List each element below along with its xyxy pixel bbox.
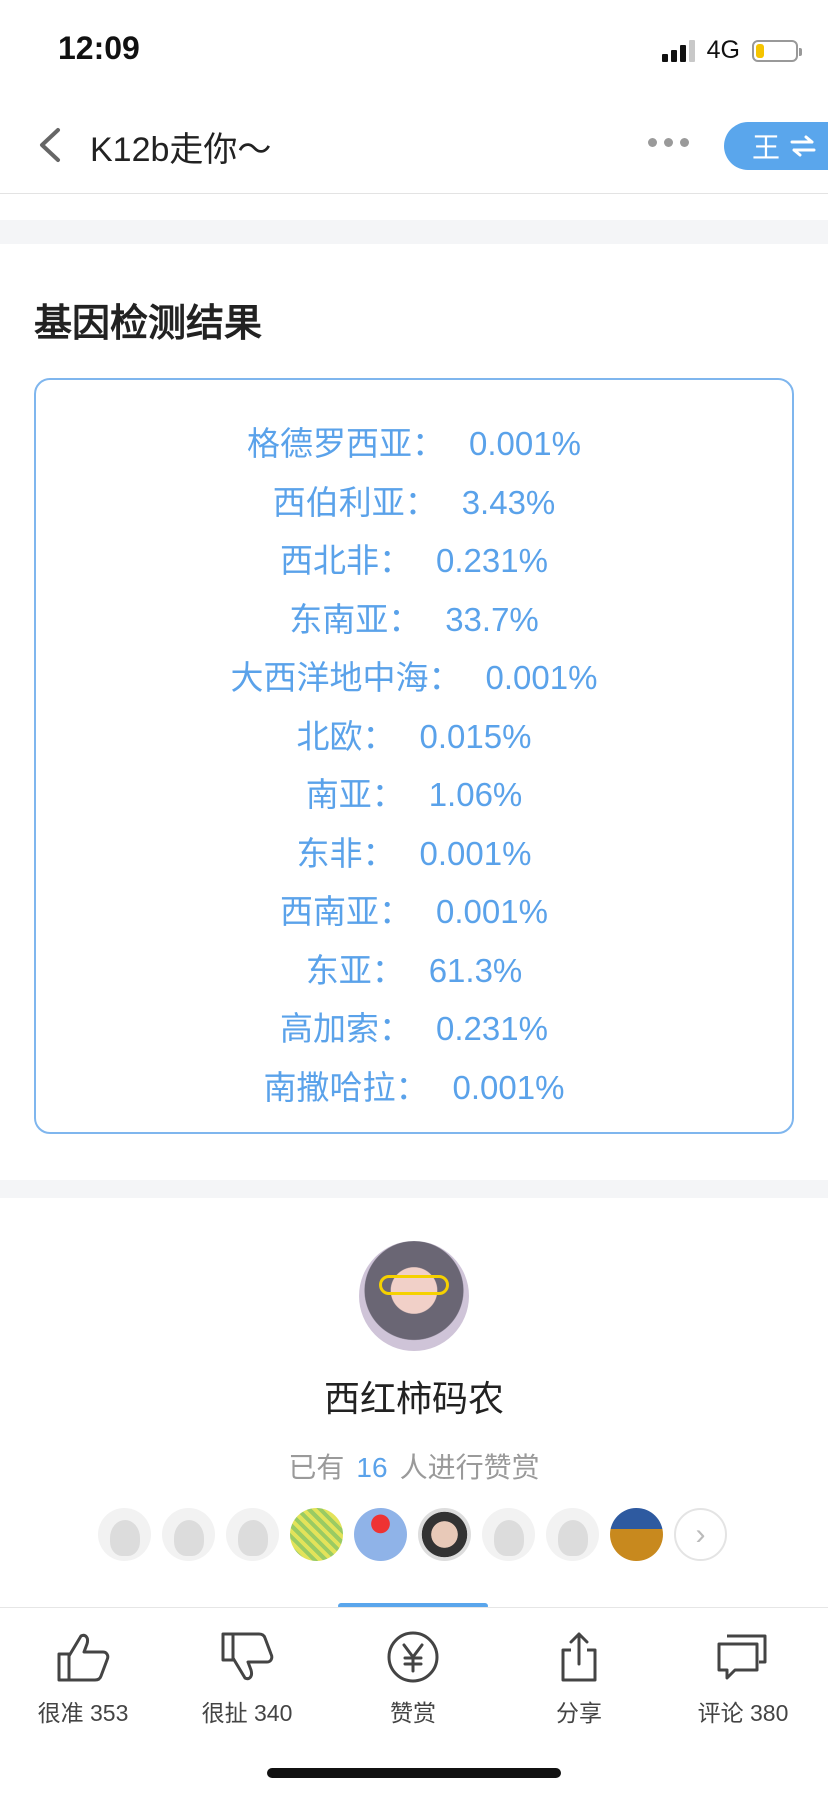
supporter-avatars: › [98, 1508, 727, 1561]
status-time: 12:09 [58, 30, 140, 66]
bottom-action-bar: 很准 353 很扯 340 赞赏 分享 评论 380 [0, 1607, 828, 1794]
region-percentage: 33.7% [445, 600, 539, 638]
region-percentage: 0.001% [419, 834, 532, 872]
dislike-button[interactable]: 很扯 340 [172, 1618, 322, 1728]
comment-icon [717, 1634, 767, 1680]
region-name: 格德罗西亚： [247, 425, 446, 462]
region-name: 西南亚： [280, 893, 413, 930]
reward-button[interactable]: 赞赏 [338, 1618, 488, 1728]
supporter-avatar[interactable] [354, 1508, 407, 1561]
reward-prefix: 已有 [288, 1452, 345, 1483]
region-percentage: 0.001% [469, 425, 581, 462]
supporter-avatar[interactable] [546, 1508, 599, 1561]
supporter-avatar[interactable] [482, 1508, 535, 1561]
network-type: 4G [706, 36, 740, 64]
reward-summary: 已有 16 人进行赞赏 [0, 1446, 828, 1486]
switch-label: 王 [752, 132, 781, 163]
page-title: K12b走你～ [90, 131, 272, 169]
battery-level [756, 43, 764, 58]
region-percentage: 0.231% [436, 542, 548, 579]
gene-result-row: 高加索： 0.231% [36, 1000, 792, 1059]
region-name: 高加索： [280, 1010, 413, 1047]
gene-result-row: 格德罗西亚： 0.001% [36, 415, 792, 474]
region-percentage: 1.06% [428, 776, 523, 813]
status-bar: 12:09 4G [0, 0, 828, 100]
author-name: 西红柿码农 [323, 1378, 504, 1419]
comment-button[interactable]: 评论 380 [668, 1618, 818, 1728]
gene-result-row: 南撒哈拉： 0.001% [36, 1059, 792, 1118]
gene-result-list: 格德罗西亚： 0.001% 西伯利亚： 3.43% 西北非： 0.231% 东南亚： 33.7… [36, 415, 792, 1117]
share-label: 分享 [556, 1700, 602, 1726]
region-name: 东南亚： [289, 600, 422, 638]
supporter-avatar[interactable] [418, 1508, 471, 1561]
like-button[interactable]: 很准 353 [8, 1618, 158, 1728]
comment-label: 评论 380 [697, 1700, 789, 1726]
region-percentage: 0.001% [452, 1068, 565, 1106]
region-name: 南撒哈拉： [263, 1068, 429, 1106]
region-percentage: 0.231% [436, 1010, 548, 1047]
region-name: 大西洋地中海： [230, 659, 462, 696]
reward-suffix: 人进行赞赏 [399, 1452, 540, 1483]
author-avatar[interactable] [359, 1241, 469, 1351]
nav-bar: K12b走你～ 王 [0, 100, 828, 194]
gene-result-row: 东南亚： 33.7% [36, 591, 792, 650]
battery-icon [752, 39, 802, 62]
signal-icon [661, 39, 695, 62]
supporter-avatar[interactable] [610, 1508, 663, 1561]
gene-result-row: 东亚： 61.3% [36, 942, 792, 1001]
region-percentage: 0.001% [485, 659, 598, 696]
region-name: 东非： [296, 834, 396, 872]
supporter-avatar[interactable] [290, 1508, 343, 1561]
region-name: 北欧： [296, 717, 396, 755]
yuan-coin-icon [387, 1631, 439, 1683]
switch-button[interactable]: 王 [724, 122, 828, 170]
dislike-label: 很扯 340 [201, 1700, 293, 1726]
gene-result-row: 西北非： 0.231% [36, 532, 792, 591]
region-name: 西北非： [280, 542, 413, 579]
region-percentage: 0.001% [436, 893, 548, 930]
supporter-avatar[interactable] [226, 1508, 279, 1561]
section-divider [0, 220, 828, 244]
avatar-glasses-decoration [379, 1275, 449, 1295]
region-percentage: 61.3% [428, 951, 523, 989]
region-name: 西伯利亚： [272, 483, 438, 521]
section-title: 基因检测结果 [34, 303, 263, 345]
back-icon[interactable] [30, 122, 76, 168]
gene-result-row: 北欧： 0.015% [36, 708, 792, 767]
status-indicators: 4G [661, 36, 802, 65]
chevron-right-icon[interactable]: › [674, 1508, 727, 1561]
share-button[interactable]: 分享 [504, 1618, 654, 1728]
region-name: 东亚： [305, 951, 405, 989]
supporter-avatar[interactable] [162, 1508, 215, 1561]
gene-result-row: 东非： 0.001% [36, 825, 792, 884]
gene-result-row: 西南亚： 0.001% [36, 883, 792, 942]
reward-count: 16 [356, 1452, 388, 1483]
region-percentage: 0.015% [419, 717, 532, 755]
thumbs-down-icon [221, 1632, 274, 1681]
region-name: 南亚： [305, 776, 405, 813]
swap-arrows-icon [790, 135, 816, 157]
share-icon [561, 1632, 597, 1682]
section-divider [0, 1180, 828, 1198]
gene-result-row: 西伯利亚： 3.43% [36, 474, 792, 533]
supporter-avatar[interactable] [98, 1508, 151, 1561]
gene-result-box: 格德罗西亚： 0.001% 西伯利亚： 3.43% 西北非： 0.231% 东南亚： 33.7… [34, 378, 794, 1134]
reward-label: 赞赏 [390, 1700, 436, 1726]
gene-result-row: 大西洋地中海： 0.001% [36, 649, 792, 708]
gene-result-row: 南亚： 1.06% [36, 766, 792, 825]
thumbs-up-icon [57, 1633, 110, 1682]
home-indicator[interactable] [267, 1768, 561, 1778]
region-percentage: 3.43% [461, 483, 556, 521]
like-label: 很准 353 [37, 1700, 129, 1726]
more-icon[interactable] [648, 138, 689, 147]
